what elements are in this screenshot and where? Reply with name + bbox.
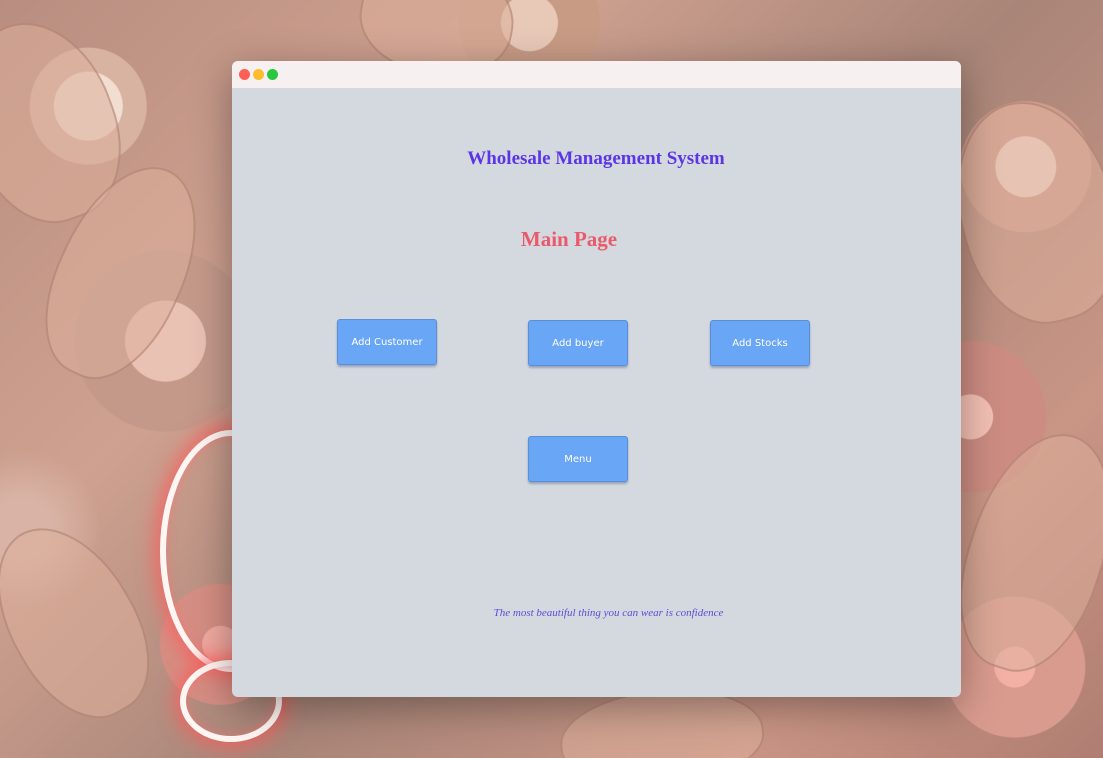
add-stocks-button[interactable]: Add Stocks [710,320,810,366]
add-buyer-button[interactable]: Add buyer [528,320,628,366]
add-customer-button[interactable]: Add Customer [337,319,437,365]
tagline-text: The most beautiful thing you can wear is… [493,607,724,619]
app-title: Wholesale Management System [467,148,725,169]
page-title: Main Page [520,227,618,251]
close-window-icon[interactable] [239,69,250,80]
menu-button[interactable]: Menu [528,436,628,482]
app-window: Wholesale Management System Main Page Ad… [232,61,961,697]
maximize-window-icon[interactable] [267,69,278,80]
desktop-wallpaper: Wholesale Management System Main Page Ad… [0,0,1103,758]
wallpaper-petal [0,502,177,742]
minimize-window-icon[interactable] [253,69,264,80]
window-titlebar[interactable] [232,61,961,88]
